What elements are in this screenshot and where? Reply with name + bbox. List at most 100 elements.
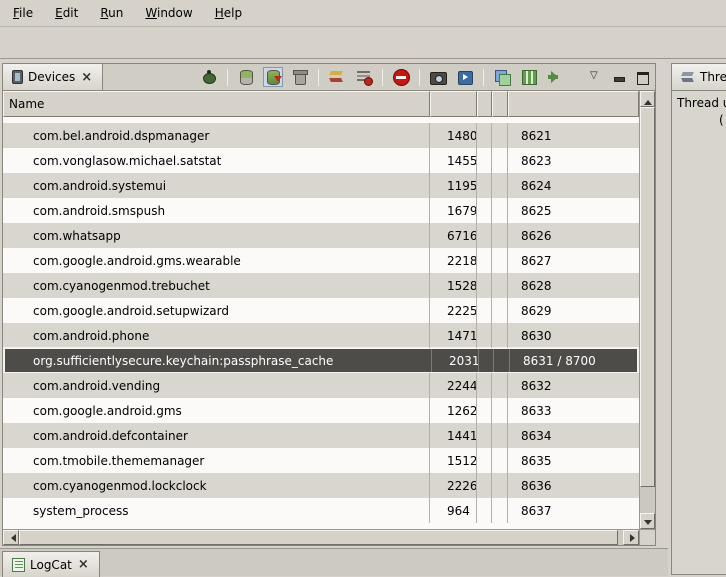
blank-cell-1	[477, 498, 492, 523]
systrace-icon[interactable]	[520, 68, 538, 86]
maximize-icon[interactable]	[634, 68, 649, 86]
devices-toolbar	[200, 64, 655, 90]
logcat-icon	[12, 558, 25, 572]
workbench: Devices × Name com.bel.android.dspmanage…	[0, 59, 726, 576]
table-row[interactable]: com.cyanogenmod.trebuchet 1528 8628	[3, 273, 639, 298]
scroll-down-button[interactable]	[640, 513, 655, 529]
minimize-icon[interactable]	[611, 68, 625, 86]
process-name: com.cyanogenmod.lockclock	[3, 473, 430, 498]
debug-icon[interactable]	[200, 68, 218, 86]
blank-cell-2	[492, 198, 508, 223]
scroll-right-button[interactable]	[623, 530, 639, 545]
menu-edit[interactable]: Edit	[44, 2, 89, 24]
blank-cell-2	[492, 498, 508, 523]
process-pid: 1528	[430, 273, 477, 298]
table-row[interactable]: org.sufficientlysecure.keychain:passphra…	[3, 347, 639, 374]
toolbar-separator	[483, 69, 484, 86]
toolbar-separator	[382, 69, 383, 86]
table-row[interactable]: com.cyanogenmod.lockclock 22265 8636	[3, 473, 639, 498]
blank-cell-1	[477, 423, 492, 448]
table-row[interactable]: com.vonglasow.michael.satstat 14553 8623	[3, 148, 639, 173]
menu-run[interactable]: Run	[89, 2, 134, 24]
blank-cell-2	[492, 173, 508, 198]
logcat-strip: LogCat ×	[0, 548, 668, 576]
toolbar-separator	[318, 69, 319, 86]
threads-tab-bar: Threads ×	[672, 64, 726, 91]
cause-gc-icon[interactable]	[291, 68, 309, 86]
close-icon[interactable]: ×	[80, 71, 93, 84]
device-icon	[12, 70, 23, 84]
scroll-up-button[interactable]	[640, 91, 655, 107]
process-pid: 14411	[430, 423, 477, 448]
menu-help[interactable]: Help	[204, 2, 253, 24]
vertical-scrollbar-thumb[interactable]	[640, 107, 655, 487]
blank-cell-2	[492, 248, 508, 273]
vertical-scrollbar[interactable]	[639, 91, 655, 529]
threads-icon	[681, 70, 695, 84]
process-pid: 22185	[430, 248, 477, 273]
column-header-blank1[interactable]	[477, 91, 492, 117]
screen-capture-icon[interactable]	[429, 68, 447, 86]
table-row[interactable]: com.bel.android.dspmanager 1480 8621	[3, 123, 639, 148]
view-hierarchy-icon[interactable]	[493, 68, 511, 86]
blank-cell-2	[492, 323, 508, 348]
table-header: Name	[3, 91, 639, 117]
menu-window[interactable]: Window	[134, 2, 203, 24]
vertical-scroll-trough[interactable]	[640, 487, 655, 513]
column-header-name[interactable]: Name	[3, 91, 430, 117]
scroll-left-button[interactable]	[3, 530, 19, 545]
horizontal-scrollbar[interactable]	[3, 529, 639, 545]
blank-cell-2	[492, 398, 508, 423]
threads-message-line1: Thread up	[677, 95, 726, 112]
tab-logcat[interactable]: LogCat ×	[2, 551, 100, 577]
blank-cell-1	[477, 298, 492, 323]
blank-cell-2	[492, 448, 508, 473]
process-name: system_process	[3, 498, 430, 523]
table-row[interactable]: com.android.systemui 1195 8624	[3, 173, 639, 198]
table-row[interactable]: com.google.android.setupwizard 22250 862…	[3, 298, 639, 323]
process-port: 8631 / 8700	[510, 349, 637, 372]
table-row[interactable]: com.android.smspush 1679 8625	[3, 198, 639, 223]
column-header-blank2[interactable]	[492, 91, 508, 117]
devices-panel: Devices × Name com.bel.android.dspmanage…	[2, 63, 656, 546]
dump-hprof-icon[interactable]	[264, 68, 282, 86]
stop-process-icon[interactable]	[392, 68, 410, 86]
opengl-trace-icon[interactable]	[547, 68, 565, 86]
process-port: 8634	[508, 423, 639, 448]
blank-cell-1	[479, 349, 494, 372]
table-row[interactable]: com.android.phone 1471 8630	[3, 323, 639, 348]
blank-cell-1	[477, 248, 492, 273]
close-icon[interactable]: ×	[77, 558, 90, 571]
process-port: 8624	[508, 173, 639, 198]
process-name: com.android.smspush	[3, 198, 430, 223]
devices-tab-bar: Devices ×	[3, 64, 655, 91]
screen-record-icon[interactable]	[456, 68, 474, 86]
process-pid: 22440	[430, 373, 477, 398]
process-table: Name com.bel.android.dspmanager 1480 862…	[3, 91, 655, 545]
tab-threads[interactable]: Threads ×	[672, 64, 726, 90]
blank-cell-2	[492, 423, 508, 448]
tab-devices[interactable]: Devices ×	[3, 64, 103, 90]
blank-cell-2	[492, 223, 508, 248]
horizontal-scrollbar-thumb[interactable]	[19, 530, 618, 545]
table-row[interactable]: com.android.vending 22440 8632	[3, 373, 639, 398]
process-pid: 20311	[432, 349, 479, 372]
column-header-pid[interactable]	[430, 91, 477, 117]
table-row[interactable]: com.google.android.gms 12623 8633	[3, 398, 639, 423]
process-port: 8637	[508, 498, 639, 523]
table-row[interactable]: system_process 964 8637	[3, 498, 639, 523]
table-row[interactable]: com.android.defcontainer 14411 8634	[3, 423, 639, 448]
table-row[interactable]: com.whatsapp 6716 8626	[3, 223, 639, 248]
menu-file[interactable]: File	[2, 2, 44, 24]
table-row[interactable]: com.tmobile.thememanager 1512 8635	[3, 448, 639, 473]
column-header-port[interactable]	[508, 91, 639, 117]
process-name: com.google.android.setupwizard	[3, 298, 430, 323]
blank-cell-1	[477, 123, 492, 148]
table-row[interactable]: com.google.android.gms.wearable 22185 86…	[3, 248, 639, 273]
update-threads-icon[interactable]	[328, 68, 346, 86]
method-profiling-icon[interactable]	[355, 68, 373, 86]
menu-bar: FileEditRunWindowHelp	[0, 0, 726, 27]
threads-panel: Threads × Thread up (	[671, 63, 726, 575]
view-menu-icon[interactable]	[589, 68, 602, 86]
update-heap-icon[interactable]	[237, 68, 255, 86]
